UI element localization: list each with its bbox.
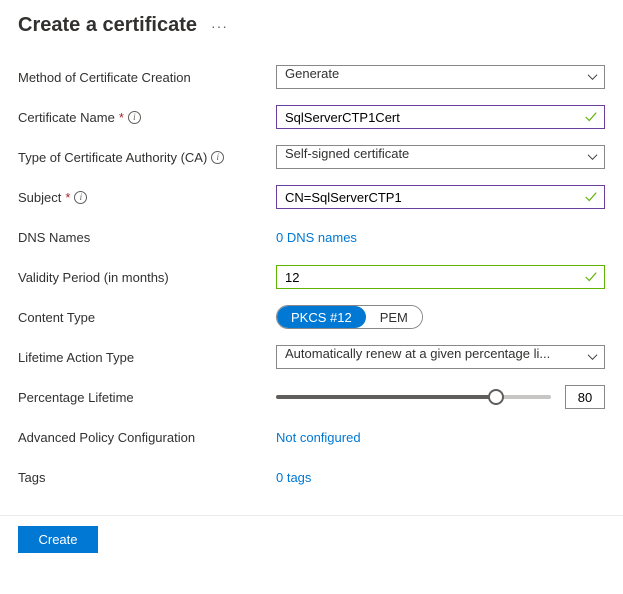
pct-lifetime-label: Percentage Lifetime: [18, 390, 134, 405]
percentage-lifetime-slider[interactable]: [276, 387, 551, 407]
required-marker: *: [119, 110, 124, 125]
tags-link[interactable]: 0 tags: [276, 470, 311, 485]
percentage-lifetime-input[interactable]: [565, 385, 605, 409]
certificate-name-input-wrap: [276, 105, 605, 129]
subject-label: Subject: [18, 190, 61, 205]
certificate-name-input[interactable]: [276, 105, 605, 129]
content-type-label: Content Type: [18, 310, 95, 325]
ca-type-value: Self-signed certificate: [285, 146, 409, 161]
lifetime-action-value: Automatically renew at a given percentag…: [285, 346, 578, 361]
content-type-toggle: PKCS #12 PEM: [276, 305, 423, 329]
validity-input[interactable]: [276, 265, 605, 289]
ca-type-label: Type of Certificate Authority (CA): [18, 150, 207, 165]
validity-label: Validity Period (in months): [18, 270, 169, 285]
advanced-label: Advanced Policy Configuration: [18, 430, 195, 445]
create-button[interactable]: Create: [18, 526, 98, 553]
dns-names-link[interactable]: 0 DNS names: [276, 230, 357, 245]
required-marker: *: [65, 190, 70, 205]
page-title: Create a certificate: [18, 14, 197, 37]
info-icon[interactable]: i: [74, 191, 87, 204]
subject-input-wrap: [276, 185, 605, 209]
content-type-pkcs12[interactable]: PKCS #12: [277, 306, 366, 328]
slider-rail: [276, 395, 551, 399]
content-type-pem[interactable]: PEM: [366, 306, 422, 328]
subject-input[interactable]: [276, 185, 605, 209]
validity-input-wrap: [276, 265, 605, 289]
name-label: Certificate Name: [18, 110, 115, 125]
lifetime-action-select[interactable]: Automatically renew at a given percentag…: [276, 345, 605, 369]
info-icon[interactable]: i: [128, 111, 141, 124]
advanced-policy-link[interactable]: Not configured: [276, 430, 361, 445]
method-label: Method of Certificate Creation: [18, 70, 191, 85]
tags-label: Tags: [18, 470, 45, 485]
method-select[interactable]: Generate: [276, 65, 605, 89]
dns-label: DNS Names: [18, 230, 90, 245]
more-icon[interactable]: ···: [211, 18, 228, 34]
slider-thumb[interactable]: [488, 389, 504, 405]
method-value: Generate: [285, 66, 339, 81]
info-icon[interactable]: i: [211, 151, 224, 164]
lifetime-action-label: Lifetime Action Type: [18, 350, 134, 365]
ca-type-select[interactable]: Self-signed certificate: [276, 145, 605, 169]
